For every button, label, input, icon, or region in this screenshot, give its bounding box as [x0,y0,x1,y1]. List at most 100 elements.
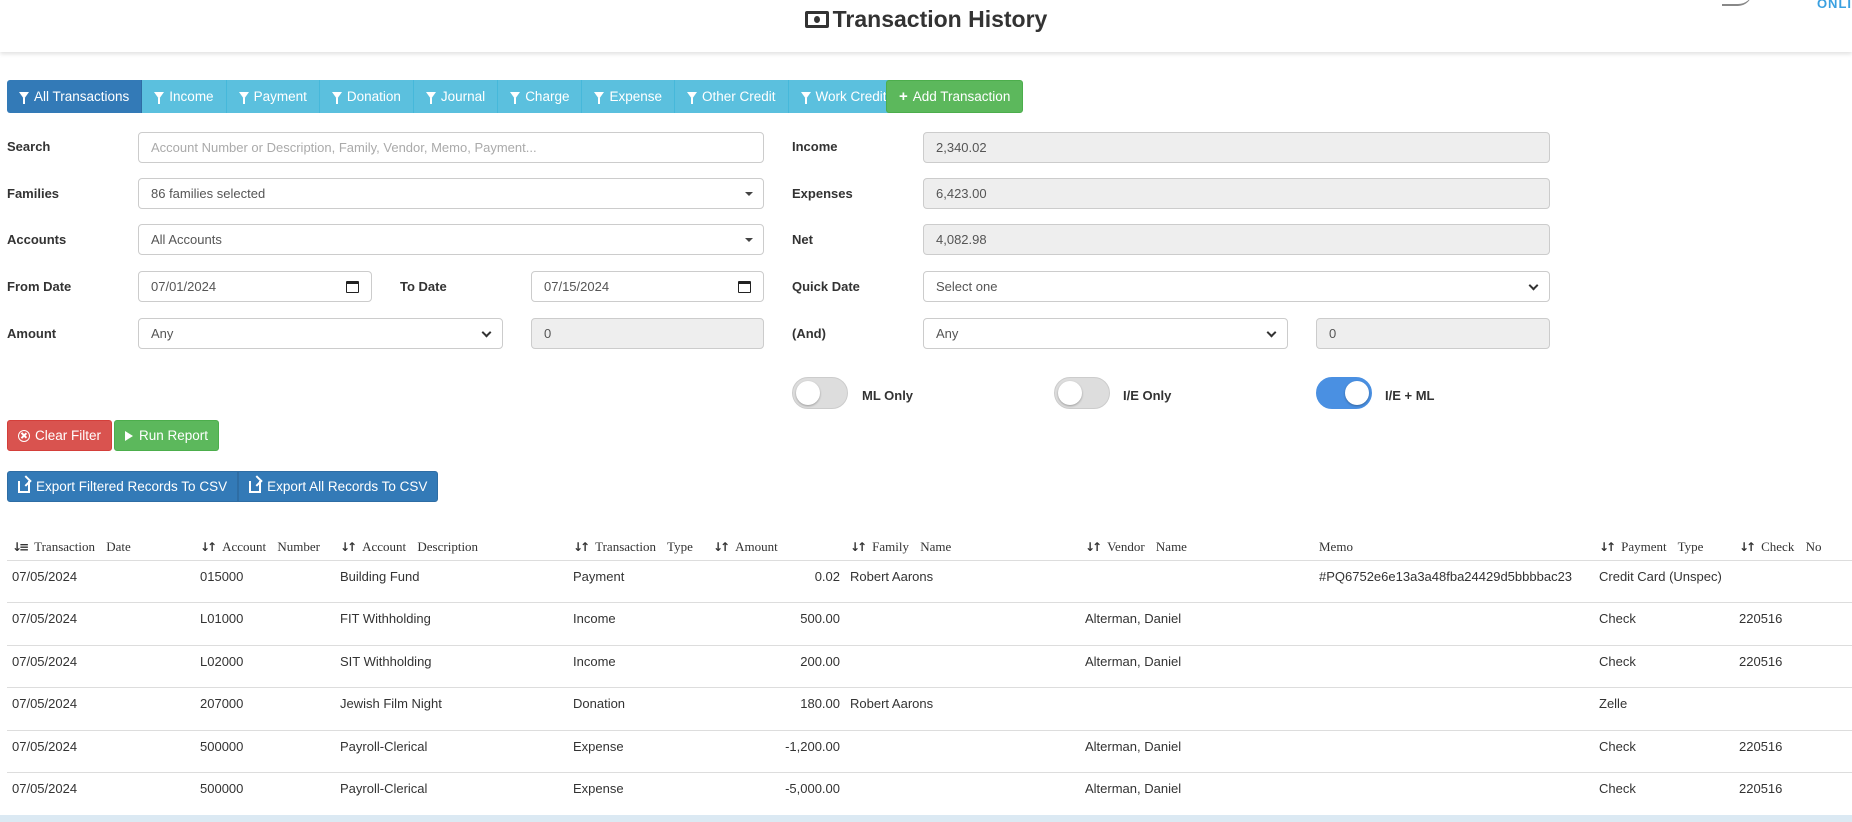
calendar-icon[interactable] [738,281,751,293]
toggle-knob [796,381,820,405]
family-link[interactable] [845,602,1080,646]
table-row[interactable]: 07/05/2024 L01000 FIT Withholding Income… [7,602,1852,646]
cell-memo: #PQ6752e6e13a3a48fba24429d5bbbbac23 [1314,560,1594,603]
cell-payment-type: Check [1594,645,1734,688]
run-report-button[interactable]: Run Report [114,420,220,451]
amount-label: Amount [7,326,57,341]
export-all-button[interactable]: Export All Records To CSV [238,471,439,502]
family-link[interactable] [845,772,1080,816]
table-row[interactable]: 07/05/2024 500000 Payroll-Clerical Expen… [7,730,1852,773]
cell-payment-type: Check [1594,730,1734,773]
tab-payment[interactable]: Payment [226,80,320,113]
col-memo: Memo [1314,532,1594,561]
tab-charge[interactable]: Charge [498,80,583,113]
tab-donation[interactable]: Donation [319,80,414,113]
filter-icon [425,92,436,104]
filter-icon [331,92,342,104]
cell-account-description: Payroll-Clerical [335,772,568,816]
ie-only-toggle[interactable] [1054,377,1110,409]
sort-icon[interactable]: ↓↑ [340,540,357,554]
export-icon [18,480,30,493]
play-icon [125,430,133,441]
cell-memo [1314,645,1594,688]
chevron-down-icon [481,327,492,338]
cell-account-number: 207000 [195,687,335,731]
ml-only-toggle[interactable] [792,377,848,409]
and-label: (And) [792,326,826,341]
cell-payment-type: Check [1594,602,1734,646]
table-row[interactable]: 07/05/2024 207000 Jewish Film Night Dona… [7,687,1852,731]
cell-payment-type: Credit Card (Unspec) [1594,560,1734,603]
and-operator-select[interactable]: Any [923,318,1288,349]
table-row[interactable]: 07/05/2024 015000 Building Fund Payment … [7,560,1852,603]
cell-payment-type: Zelle [1594,687,1734,731]
cell-date: 07/05/2024 [7,560,195,603]
tab-expense[interactable]: Expense [582,80,676,113]
export-icon [249,480,262,493]
col-family-name[interactable]: ↓↑ Family Name [845,532,1080,561]
calendar-icon[interactable] [346,281,359,293]
col-payment-type[interactable]: ↓↑ Payment Type [1594,532,1734,561]
cell-vendor: Alterman, Daniel [1080,730,1314,773]
sort-icon[interactable]: ↓↑ [713,540,730,554]
search-input[interactable]: Account Number or Description, Family, V… [138,132,764,163]
quick-date-select[interactable]: Select one [923,271,1550,302]
cell-account-number: L01000 [195,602,335,646]
table-row[interactable]: 07/05/2024 L02000 SIT Withholding Income… [7,645,1852,688]
net-value: 4,082.98 [923,224,1550,255]
close-circle-icon [18,429,30,442]
caret-down-icon [745,192,753,196]
from-date-input[interactable]: 07/01/2024 [138,271,372,302]
accounts-select[interactable]: All Accounts [138,224,764,255]
cell-check-no: 220516 [1734,772,1852,816]
cell-date: 07/05/2024 [7,645,195,688]
col-vendor-name[interactable]: ↓↑ Vendor Name [1080,532,1314,561]
sort-icon[interactable]: ↓↑ [1085,540,1102,554]
family-link[interactable] [845,645,1080,688]
tab-other-credit[interactable]: Other Credit [675,80,789,113]
families-select[interactable]: 86 families selected [138,178,764,209]
cell-memo [1314,772,1594,816]
table-row[interactable]: 07/05/2024 500000 Payroll-Clerical Expen… [7,772,1852,816]
family-link[interactable]: Robert Aarons [845,560,1080,603]
cell-date: 07/05/2024 [7,772,195,816]
clear-filter-button[interactable]: Clear Filter [7,420,113,451]
tab-all-transactions[interactable]: All Transactions [7,80,143,113]
cell-memo [1314,687,1594,731]
col-check-no[interactable]: ↓↑ Check No [1734,532,1852,561]
sort-icon[interactable]: ↓↑ [1599,540,1616,554]
add-transaction-button[interactable]: + Add Transaction [886,80,1024,113]
col-transaction-date[interactable]: ↓≡ Transaction Date [7,532,195,561]
sort-desc-icon[interactable]: ↓≡ [12,540,29,554]
to-date-input[interactable]: 07/15/2024 [531,271,764,302]
amount-operator-select[interactable]: Any [138,318,503,349]
cell-vendor: Alterman, Daniel [1080,602,1314,646]
cell-transaction-type: Payment [568,560,708,603]
expenses-value: 6,423.00 [923,178,1550,209]
amount-value-input[interactable]: 0 [531,318,764,349]
cell-account-description: Payroll-Clerical [335,730,568,773]
to-date-label: To Date [400,279,447,294]
sort-icon[interactable]: ↓↑ [1739,540,1756,554]
export-filtered-button[interactable]: Export Filtered Records To CSV [7,471,239,502]
tab-work-credit[interactable]: Work Credit [788,80,900,113]
and-value-input[interactable]: 0 [1316,318,1550,349]
expenses-label: Expenses [792,186,853,201]
toggle-knob [1345,381,1369,405]
tab-income[interactable]: Income [142,80,227,113]
chevron-down-icon [1266,327,1277,338]
col-account-description[interactable]: ↓↑ Account Description [335,532,568,561]
family-link[interactable]: Robert Aarons [845,687,1080,731]
logo[interactable]: ONLI [1817,0,1852,11]
cell-transaction-type: Expense [568,772,708,816]
sort-icon[interactable]: ↓↑ [573,540,590,554]
col-amount[interactable]: ↓↑ Amount [708,532,845,561]
family-link[interactable] [845,730,1080,773]
col-transaction-type[interactable]: ↓↑ Transaction Type [568,532,708,561]
sort-icon[interactable]: ↓↑ [200,540,217,554]
ie-ml-toggle[interactable] [1316,377,1372,409]
sort-icon[interactable]: ↓↑ [850,540,867,554]
money-icon [804,11,829,28]
tab-journal[interactable]: Journal [413,80,499,113]
col-account-number[interactable]: ↓↑ Account Number [195,532,335,561]
